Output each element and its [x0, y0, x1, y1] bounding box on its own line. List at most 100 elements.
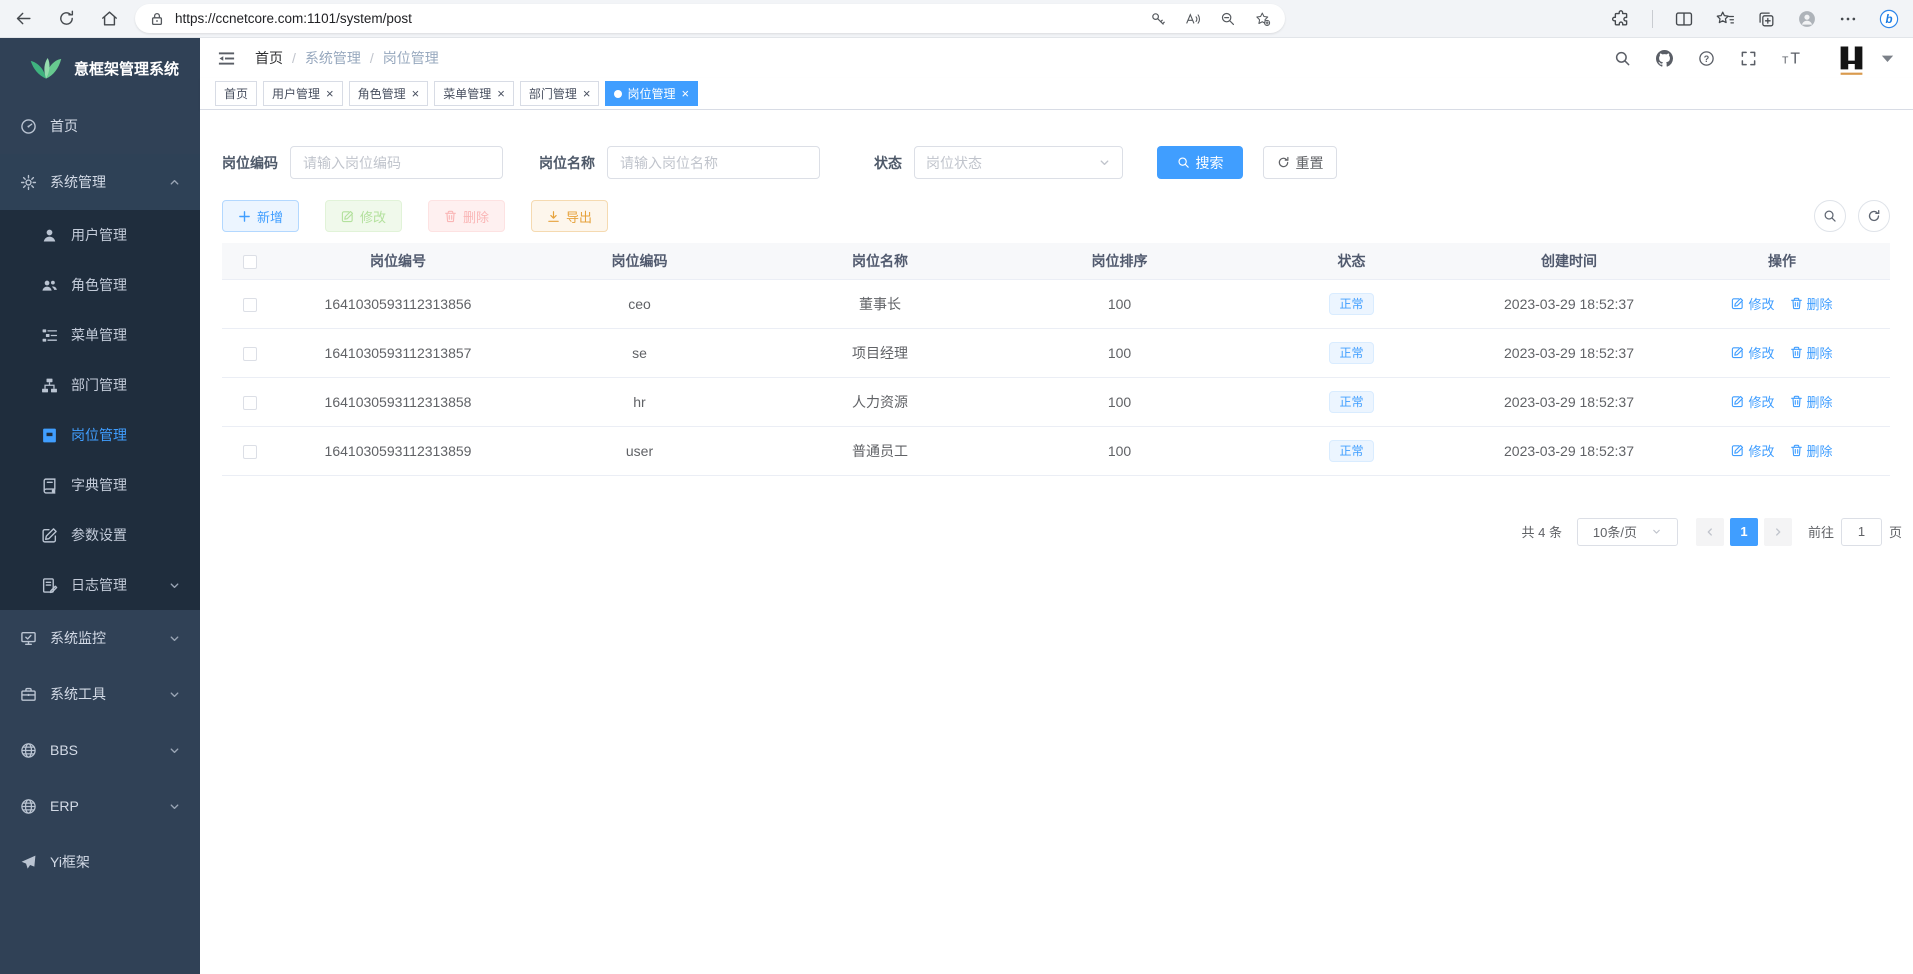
row-checkbox[interactable] [243, 445, 257, 459]
column-header: 岗位编码 [519, 243, 760, 279]
sidebar-item-bbs[interactable]: BBS [0, 722, 200, 778]
page-1-button[interactable]: 1 [1730, 518, 1758, 546]
tab-dept-management[interactable]: 部门管理× [520, 81, 600, 106]
close-tab-icon[interactable]: × [412, 87, 420, 100]
tab-label: 菜单管理 [443, 85, 491, 102]
header-search-icon[interactable] [1614, 50, 1631, 67]
sidebar-item-log-management[interactable]: 日志管理 [0, 560, 200, 610]
cell-actions: 修改 删除 [1674, 279, 1890, 328]
tab-post-management[interactable]: 岗位管理× [605, 81, 698, 106]
tab-home[interactable]: 首页 [215, 81, 257, 106]
row-edit-link[interactable]: 修改 [1731, 441, 1774, 460]
export-button[interactable]: 导出 [531, 200, 608, 232]
back-icon[interactable] [14, 9, 33, 28]
sidebar-item-system-management[interactable]: 系统管理 [0, 154, 200, 210]
sidebar-item-yi-framework[interactable]: Yi框架 [0, 834, 200, 890]
row-checkbox[interactable] [243, 347, 257, 361]
svg-text:T: T [1790, 50, 1800, 66]
fullscreen-icon[interactable] [1740, 50, 1757, 67]
row-delete-label: 删除 [1807, 294, 1833, 313]
cell-sort: 100 [1000, 426, 1239, 475]
post-code-input[interactable] [290, 146, 503, 179]
tab-user-management[interactable]: 用户管理× [263, 81, 343, 106]
edit-button-label: 修改 [360, 207, 386, 226]
sidebar-item-system-tools[interactable]: 系统工具 [0, 666, 200, 722]
address-bar[interactable]: https://ccnetcore.com:1101/system/post [135, 4, 1285, 33]
tab-menu-management[interactable]: 菜单管理 × [434, 81, 514, 106]
chevron-up-icon [168, 176, 181, 189]
cell-name: 人力资源 [760, 377, 1000, 426]
status-select[interactable]: 岗位状态 [914, 146, 1123, 179]
profile-avatar[interactable] [1797, 9, 1817, 29]
sidebar-item-erp[interactable]: ERP [0, 778, 200, 834]
collapse-sidebar-icon[interactable] [217, 49, 236, 68]
sidebar-item-dept-management[interactable]: 部门管理 [0, 360, 200, 410]
sidebar-item-menu-management[interactable]: 菜单管理 [0, 310, 200, 360]
toolbox-icon [20, 686, 37, 703]
goto-page-input[interactable] [1841, 518, 1882, 546]
refresh-icon[interactable] [57, 9, 76, 28]
user-avatar-menu[interactable] [1833, 40, 1896, 77]
select-all-checkbox[interactable] [243, 255, 257, 269]
password-key-icon[interactable] [1150, 11, 1166, 27]
tab-role-management[interactable]: 角色管理× [349, 81, 429, 106]
close-tab-icon[interactable]: × [326, 87, 334, 100]
font-size-icon[interactable]: TT [1782, 50, 1803, 67]
row-edit-link[interactable]: 修改 [1731, 392, 1774, 411]
post-icon [41, 427, 58, 444]
sidebar-item-dict-management[interactable]: 字典管理 [0, 460, 200, 510]
split-screen-icon[interactable] [1674, 9, 1694, 29]
edit-button[interactable]: 修改 [325, 200, 402, 232]
user-avatar[interactable] [1833, 40, 1870, 77]
row-delete-link[interactable]: 删除 [1790, 441, 1833, 460]
sidebar-item-param-settings[interactable]: 参数设置 [0, 510, 200, 560]
add-favorite-icon[interactable] [1255, 11, 1271, 27]
sidebar-item-home[interactable]: 首页 [0, 98, 200, 154]
row-edit-link[interactable]: 修改 [1731, 294, 1774, 313]
post-name-input[interactable] [607, 146, 820, 179]
extensions-icon[interactable] [1611, 9, 1631, 29]
row-checkbox[interactable] [243, 396, 257, 410]
sidebar-item-role-management[interactable]: 角色管理 [0, 260, 200, 310]
select-all-cell [222, 243, 277, 279]
reset-button[interactable]: 重置 [1263, 146, 1337, 179]
sidebar-item-label: 字典管理 [71, 475, 127, 495]
refresh-table-button[interactable] [1858, 200, 1890, 232]
toggle-search-button[interactable] [1814, 200, 1846, 232]
read-aloud-icon[interactable] [1185, 11, 1201, 27]
column-header: 岗位名称 [760, 243, 1000, 279]
search-button[interactable]: 搜索 [1157, 146, 1243, 179]
row-edit-link[interactable]: 修改 [1731, 343, 1774, 362]
delete-button[interactable]: 删除 [428, 200, 505, 232]
home-icon[interactable] [100, 9, 119, 28]
add-button[interactable]: 新增 [222, 200, 299, 232]
monitor-icon [20, 630, 37, 647]
close-tab-icon[interactable]: × [681, 87, 689, 100]
close-tab-icon[interactable]: × [583, 87, 591, 100]
sidebar-item-label: 菜单管理 [71, 325, 127, 345]
sidebar-item-user-management[interactable]: 用户管理 [0, 210, 200, 260]
sidebar-item-system-monitor[interactable]: 系统监控 [0, 610, 200, 666]
url-text[interactable]: https://ccnetcore.com:1101/system/post [175, 11, 1140, 26]
sidebar-item-label: 日志管理 [71, 575, 127, 595]
page-size-select[interactable]: 10条/页 [1577, 518, 1678, 546]
more-icon[interactable] [1838, 9, 1858, 29]
next-page-button[interactable] [1764, 518, 1792, 546]
collections-icon[interactable] [1756, 9, 1776, 29]
zoom-out-icon[interactable] [1220, 11, 1236, 27]
prev-page-button[interactable] [1696, 518, 1724, 546]
row-delete-link[interactable]: 删除 [1790, 392, 1833, 411]
edit-icon [1731, 444, 1744, 457]
row-checkbox[interactable] [243, 298, 257, 312]
close-tab-icon[interactable]: × [497, 87, 505, 100]
sidebar: 意框架管理系统 首页系统管理用户管理角色管理菜单管理部门管理岗位管理字典管理参数… [0, 38, 200, 974]
breadcrumb-home[interactable]: 首页 [255, 48, 283, 68]
chevron-down-icon [168, 579, 181, 592]
row-delete-link[interactable]: 删除 [1790, 294, 1833, 313]
sidebar-item-post-management[interactable]: 岗位管理 [0, 410, 200, 460]
github-icon[interactable] [1656, 50, 1673, 67]
help-icon[interactable]: ? [1698, 50, 1715, 67]
favorites-icon[interactable] [1715, 9, 1735, 29]
row-delete-link[interactable]: 删除 [1790, 343, 1833, 362]
copilot-icon[interactable]: b [1879, 9, 1899, 29]
